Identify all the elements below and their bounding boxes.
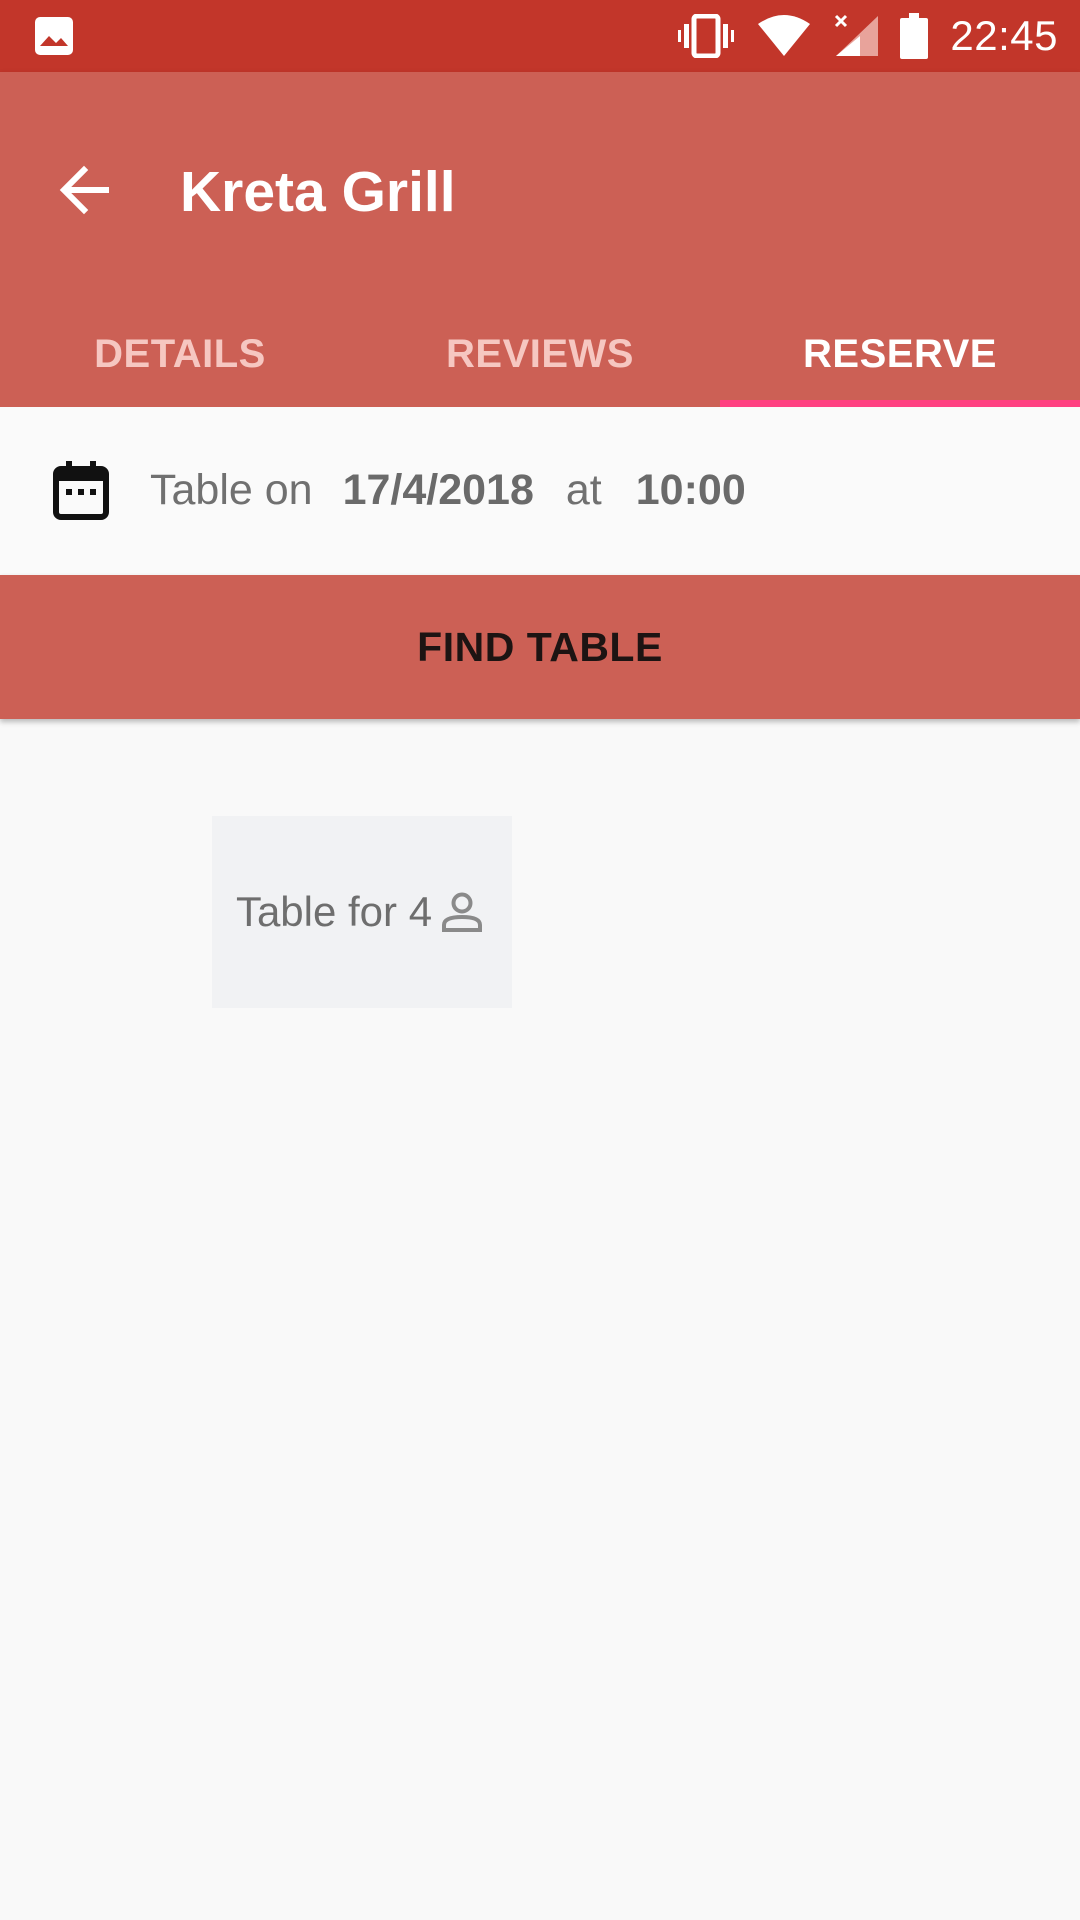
find-table-button[interactable]: FIND TABLE: [0, 575, 1080, 719]
signal-icon: [834, 14, 879, 58]
page-title: Kreta Grill: [180, 160, 456, 224]
reservation-date[interactable]: 17/4/2018: [343, 466, 534, 515]
reservation-time[interactable]: 10:00: [636, 466, 746, 515]
tab-reserve[interactable]: RESERVE: [720, 302, 1080, 407]
reservation-date-row: Table on 17/4/2018 at 10:00: [0, 407, 1080, 573]
vibrate-icon: [678, 14, 735, 58]
calendar-icon[interactable]: [52, 459, 116, 523]
battery-icon: [900, 13, 929, 59]
back-button[interactable]: [40, 148, 128, 236]
table-option-label: Table for 4: [235, 888, 433, 935]
tab-details[interactable]: DETAILS: [0, 302, 360, 407]
arrow-back-icon: [58, 164, 110, 221]
app-bar: Kreta Grill DETAILS REVIEWS RESERVE: [0, 72, 1080, 407]
reservation-prefix: Table on: [150, 465, 313, 514]
status-bar: 22:45: [0, 0, 1080, 72]
image-icon: [34, 16, 74, 56]
table-option-card[interactable]: Table for 4: [212, 816, 512, 1008]
wifi-icon: [756, 14, 812, 58]
status-time: 22:45: [950, 12, 1058, 59]
tab-reviews[interactable]: REVIEWS: [360, 302, 720, 407]
tab-bar: DETAILS REVIEWS RESERVE: [0, 302, 1080, 407]
person-icon: [440, 888, 488, 936]
reservation-connector: at: [565, 465, 602, 514]
